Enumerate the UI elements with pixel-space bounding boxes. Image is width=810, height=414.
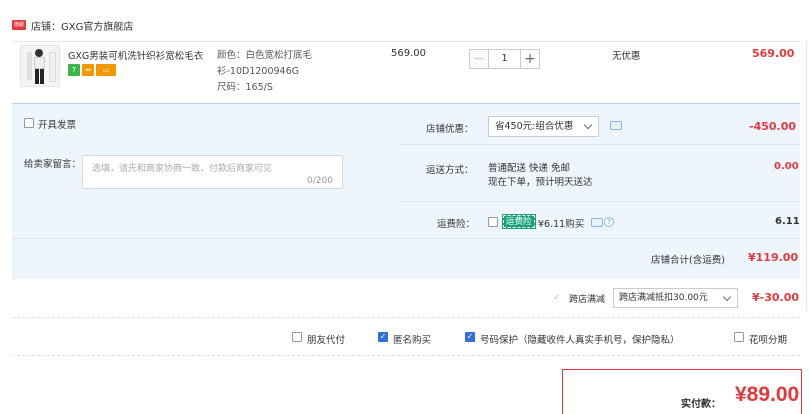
privacy-label[interactable]: 号码保护（隐藏收件人真实手机号，保护隐私） [480, 332, 680, 346]
shipping-label: 运送方式： [426, 165, 474, 176]
product-thumbnail[interactable] [20, 45, 60, 87]
seven-day-return-icon: 7 [68, 64, 80, 76]
invoice-checkbox[interactable] [24, 118, 34, 128]
friend-pay-label[interactable]: 朋友代付 [307, 332, 345, 346]
insurance-badge: 运费险 [502, 214, 536, 229]
quantity-minus-button[interactable]: − [469, 49, 489, 69]
quantity-stepper: − 1 + [469, 49, 540, 69]
chat-bubble-icon[interactable] [591, 218, 603, 227]
shipping-amount: 0.00 [774, 161, 799, 172]
quantity-plus-button[interactable]: + [520, 49, 540, 69]
chat-bubble-icon[interactable] [610, 121, 622, 130]
public-checkbox[interactable] [734, 332, 744, 342]
privacy-checkbox[interactable]: ✓ [465, 332, 475, 342]
anonymous-checkbox[interactable]: ✓ [378, 332, 388, 342]
item-subtotal: 569.00 [752, 47, 795, 60]
insurance-checkbox[interactable] [488, 217, 498, 227]
shipping-eta: 现在下单，预计明天送达 [488, 177, 593, 188]
product-sku: 颜色：白色宽松打底毛衫-10D1200946G 尺码：165/S [217, 48, 372, 96]
shop-discount-value: 省450元:组合优惠 [495, 121, 574, 132]
shop-name-link[interactable]: 店铺：GXG官方旗舰店 [31, 18, 133, 33]
cross-shop-checkbox[interactable]: ✓ [553, 293, 563, 303]
service-tags: 7 ⇔ ▭ [68, 64, 116, 76]
insurance-label: 运费险： [437, 219, 476, 230]
payment-amount: ¥89.00 [735, 383, 800, 406]
shop-discount-select[interactable]: 省450元:组合优惠 [488, 116, 599, 137]
payment-label: 实付款： [681, 399, 721, 410]
product-title-link[interactable]: GXG男装可机洗针织衫宽松毛衣 [68, 48, 210, 62]
chevron-down-icon [583, 120, 593, 130]
message-label: 给卖家留言： [24, 159, 82, 170]
right-border [806, 41, 807, 311]
sku-color: 颜色：白色宽松打底毛衫-10D1200946G [217, 50, 313, 77]
divider [12, 317, 800, 318]
invoice-label[interactable]: 开具发票 [38, 117, 76, 131]
card-icon: ▭ [96, 64, 116, 76]
shop-total-label: 店铺合计(含运费) [651, 255, 725, 266]
shop-badge-icon: 旗舰 [12, 20, 26, 30]
cross-shop-value: 跨店满减抵扣30.00元 [619, 293, 708, 303]
divider [400, 201, 800, 202]
sku-size: 尺码：165/S [217, 82, 273, 93]
cross-shop-select[interactable]: 跨店满减抵扣30.00元 [613, 288, 738, 308]
divider [12, 355, 800, 356]
shipping-method-line: 普通配送 快递 免邮 [488, 163, 571, 174]
shop-discount-label: 店铺优惠： [426, 124, 474, 135]
insurance-price: ¥6.11购买 [538, 219, 585, 230]
chevron-down-icon [722, 292, 732, 302]
message-char-count: 0/200 [307, 176, 333, 186]
friend-pay-checkbox[interactable] [292, 332, 302, 342]
shop-discount-amount: -450.00 [749, 120, 797, 133]
shop-total-amount: ¥119.00 [748, 251, 799, 264]
anonymous-label[interactable]: 匿名购买 [393, 332, 431, 346]
exchange-icon: ⇔ [82, 64, 94, 76]
insurance-amount: 6.11 [775, 216, 800, 227]
cross-shop-label: 跨店满减 [569, 295, 606, 305]
help-icon[interactable]: ? [604, 217, 614, 227]
divider [400, 144, 800, 145]
shipping-method: 普通配送 快递 免邮 现在下单，预计明天送达 [488, 162, 593, 190]
message-placeholder: 选填，请先和商家协商一致，付款后商家可见 [92, 164, 273, 174]
divider [12, 238, 800, 239]
public-label[interactable]: 花呗分期 [749, 332, 787, 346]
cross-shop-amount: ¥-30.00 [752, 291, 800, 304]
unit-price: 569.00 [391, 48, 426, 59]
item-discount: 无优惠 [612, 51, 641, 62]
quantity-input[interactable]: 1 [489, 49, 520, 69]
